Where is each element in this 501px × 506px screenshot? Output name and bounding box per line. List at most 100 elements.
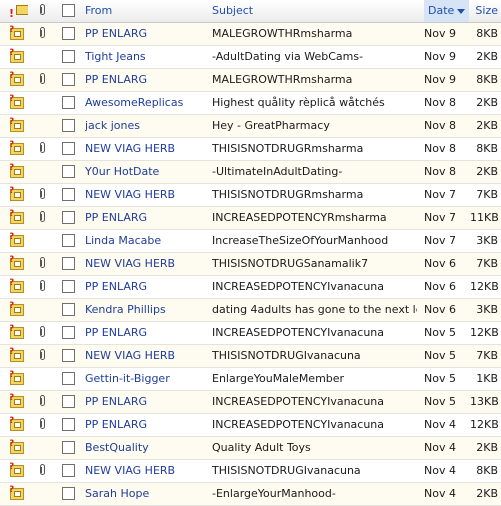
row-checkbox[interactable] [62,322,76,344]
row-checkbox[interactable] [62,253,76,275]
table-row[interactable]: ? Sarah Hope -EnlargeYourManhood- Nov 4 2KB [0,483,501,506]
row-checkbox[interactable] [62,115,76,137]
sender-link[interactable]: Sarah Hope [85,483,205,505]
message-status-cell: ? [10,391,28,413]
sender-link[interactable]: jack jones [85,115,205,137]
table-row[interactable]: ? NEW VIAG HERB THISISNOTDRUGRmsharma Nov 7… [0,184,501,207]
sender-link[interactable]: PP ENLARG [85,276,205,298]
table-row[interactable]: ? PP ENLARG MALEGROWTHRmsharma Nov 9 8KB [0,23,501,46]
attachment-cell [38,391,50,413]
subject-text[interactable]: Quality Adult Toys [212,437,417,459]
row-checkbox[interactable] [62,483,76,505]
date-text: Nov 6 [424,257,456,270]
row-checkbox[interactable] [62,92,76,114]
row-checkbox[interactable] [62,230,76,252]
sender-link[interactable]: Gettin-it-Bigger [85,368,205,390]
sender-link[interactable]: Tight Jeans [85,46,205,68]
row-checkbox[interactable] [62,368,76,390]
subject-text[interactable]: MALEGROWTHRmsharma [212,69,417,91]
table-row[interactable]: ? BestQuality Quality Adult Toys Nov 4 2KB [0,437,501,460]
sender-link[interactable]: PP ENLARG [85,391,205,413]
table-row[interactable]: ? NEW VIAG HERB THISISNOTDRUGRmsharma Nov 8… [0,138,501,161]
table-row[interactable]: ? Tight Jeans -AdultDating via WebCams- Nov… [0,46,501,69]
row-checkbox[interactable] [62,345,76,367]
sender-link[interactable]: PP ENLARG [85,322,205,344]
row-checkbox[interactable] [62,207,76,229]
sender-link[interactable]: AwesomeReplicas [85,92,205,114]
row-checkbox[interactable] [62,391,76,413]
envelope-icon [16,5,28,15]
table-row[interactable]: ? AwesomeReplicas Highest quålity rèplicå … [0,92,501,115]
table-row[interactable]: ? PP ENLARG MALEGROWTHRmsharma Nov 9 8KB [0,69,501,92]
table-row[interactable]: ? NEW VIAG HERB THISISNOTDRUGIvanacuna Nov … [0,345,501,368]
table-row[interactable]: ? NEW VIAG HERB THISISNOTDRUGSanamalik7 Nov… [0,253,501,276]
row-checkbox[interactable] [62,299,76,321]
row-checkbox[interactable] [62,23,76,45]
subject-text[interactable]: dating 4adults has gone to the next leve… [212,299,417,321]
subject-text[interactable]: THISISNOTDRUGRmsharma [212,138,417,160]
subject-text[interactable]: INCREASEDPOTENCYIvanacuna [212,322,417,344]
subject-text[interactable]: -UltimateInAdultDating- [212,161,417,183]
sender-link[interactable]: NEW VIAG HERB [85,253,205,275]
subject-text[interactable]: MALEGROWTHRmsharma [212,23,417,45]
table-row[interactable]: ? PP ENLARG INCREASEDPOTENCYIvanacuna Nov 4… [0,414,501,437]
row-checkbox[interactable] [62,276,76,298]
subject-text[interactable]: INCREASEDPOTENCYRmsharma [212,207,417,229]
table-row[interactable]: ? jack jones Hey - GreatPharmacy Nov 8 2KB [0,115,501,138]
subject-text[interactable]: THISISNOTDRUGIvanacuna [212,460,417,482]
sender-link[interactable]: PP ENLARG [85,414,205,436]
subject-text[interactable]: INCREASEDPOTENCYIvanacuna [212,276,417,298]
size-column-header[interactable]: Size [470,0,498,22]
subject-text[interactable]: EnlargeYouMaleMember [212,368,417,390]
row-checkbox[interactable] [62,437,76,459]
sender-link[interactable]: PP ENLARG [85,23,205,45]
table-row[interactable]: ? Linda Macabe IncreaseTheSizeOfYourManhoo… [0,230,501,253]
row-checkbox[interactable] [62,46,76,68]
table-row[interactable]: ? Kendra Phillips dating 4adults has gone … [0,299,501,322]
table-row[interactable]: ? Gettin-it-Bigger EnlargeYouMaleMember Nov… [0,368,501,391]
message-status-cell: ? [10,138,28,160]
attachment-column-header[interactable] [38,0,50,22]
table-row[interactable]: ? Y0ur HotDate -UltimateInAdultDating- Nov … [0,161,501,184]
select-all-checkbox[interactable] [62,0,76,22]
size-text: 8KB [476,464,498,477]
table-row[interactable]: ? NEW VIAG HERB THISISNOTDRUGIvanacuna Nov … [0,460,501,483]
row-checkbox[interactable] [62,414,76,436]
sender-link[interactable]: PP ENLARG [85,207,205,229]
sender-link[interactable]: Kendra Phillips [85,299,205,321]
subject-text[interactable]: -EnlargeYourManhood- [212,483,417,505]
subject-text[interactable]: THISISNOTDRUGSanamalik7 [212,253,417,275]
table-row[interactable]: ? PP ENLARG INCREASEDPOTENCYIvanacuna Nov 6… [0,276,501,299]
message-status-cell: ? [10,184,28,206]
date-text: Nov 8 [424,96,456,109]
table-row[interactable]: ? PP ENLARG INCREASEDPOTENCYIvanacuna Nov 5… [0,391,501,414]
sender-link[interactable]: PP ENLARG [85,69,205,91]
sender-link[interactable]: NEW VIAG HERB [85,460,205,482]
subject-column-header[interactable]: Subject [212,0,417,22]
subject-text[interactable]: INCREASEDPOTENCYIvanacuna [212,414,417,436]
subject-text[interactable]: THISISNOTDRUGIvanacuna [212,345,417,367]
table-row[interactable]: ? PP ENLARG INCREASEDPOTENCYIvanacuna Nov 5… [0,322,501,345]
size-text: 2KB [476,119,498,132]
row-checkbox[interactable] [62,161,76,183]
subject-text[interactable]: Hey - GreatPharmacy [212,115,417,137]
subject-text[interactable]: INCREASEDPOTENCYIvanacuna [212,391,417,413]
row-checkbox[interactable] [62,460,76,482]
importance-column-header[interactable]: ! [10,0,28,22]
date-column-header[interactable]: Date [424,0,469,22]
subject-text[interactable]: THISISNOTDRUGRmsharma [212,184,417,206]
row-checkbox[interactable] [62,69,76,91]
sender-link[interactable]: NEW VIAG HERB [85,138,205,160]
subject-text[interactable]: -AdultDating via WebCams- [212,46,417,68]
sender-link[interactable]: Linda Macabe [85,230,205,252]
from-column-header[interactable]: From [85,0,205,22]
sender-link[interactable]: BestQuality [85,437,205,459]
sender-link[interactable]: NEW VIAG HERB [85,345,205,367]
sender-link[interactable]: Y0ur HotDate [85,161,205,183]
subject-text[interactable]: IncreaseTheSizeOfYourManhood [212,230,417,252]
row-checkbox[interactable] [62,138,76,160]
row-checkbox[interactable] [62,184,76,206]
table-row[interactable]: ? PP ENLARG INCREASEDPOTENCYRmsharma Nov 7 1… [0,207,501,230]
sender-link[interactable]: NEW VIAG HERB [85,184,205,206]
subject-text[interactable]: Highest quålity rèplicå wåtchés [212,92,417,114]
